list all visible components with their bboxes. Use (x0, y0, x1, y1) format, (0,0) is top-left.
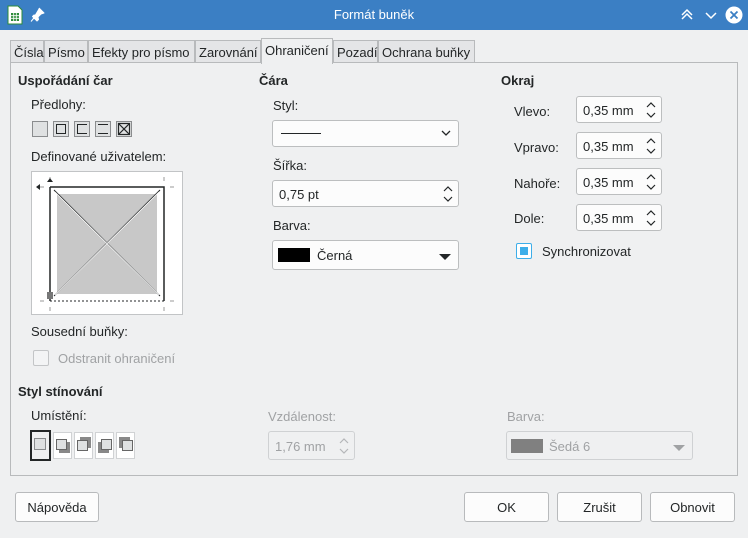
preset-outer-vertical-icon[interactable] (74, 121, 90, 137)
padding-top-spinbox[interactable]: 0,35 mm (576, 168, 662, 195)
width-label: Šířka: (273, 158, 307, 173)
tab-cell-protection[interactable]: Ochrana buňky (378, 40, 475, 63)
shadow-top-right-icon[interactable] (74, 432, 93, 459)
padding-left-spinbox[interactable]: 0,35 mm (576, 96, 662, 123)
chevron-down-icon (440, 127, 452, 142)
remove-border-label: Odstranit ohraničení (58, 351, 176, 366)
presets-label: Předlohy: (31, 97, 86, 112)
spin-arrows-icon[interactable] (338, 436, 350, 459)
close-icon[interactable] (724, 5, 744, 25)
padding-header: Okraj (501, 73, 535, 88)
shadow-distance-label: Vzdálenost: (268, 409, 336, 424)
format-cells-dialog: Formát buněk Čísla Písmo Efekty pro písm… (0, 0, 748, 538)
padding-left-label: Vlevo: (514, 104, 551, 119)
ok-button[interactable]: OK (464, 492, 549, 522)
shadow-color-swatch (511, 439, 543, 453)
padding-right-value: 0,35 mm (583, 139, 634, 154)
shadow-none-icon[interactable] (30, 430, 51, 461)
checkbox-checked-indicator (520, 247, 528, 255)
preset-no-borders-icon[interactable] (32, 121, 48, 137)
line-color-label: Barva: (273, 218, 311, 233)
cancel-button[interactable]: Zrušit (557, 492, 642, 522)
shadow-color-label: Barva: (507, 409, 545, 424)
spin-arrows-icon[interactable] (645, 172, 657, 195)
preset-diagonal-icon[interactable] (116, 121, 132, 137)
shadow-bottom-left-icon[interactable] (95, 432, 114, 459)
reset-button[interactable]: Obnovit (650, 492, 735, 522)
padding-top-label: Nahoře: (514, 176, 561, 191)
line-color-dropdown[interactable]: Černá (272, 240, 459, 270)
title-bar[interactable]: Formát buněk (0, 0, 748, 30)
padding-bottom-spinbox[interactable]: 0,35 mm (576, 204, 662, 231)
line-style-dropdown[interactable] (272, 120, 459, 147)
spin-arrows-icon[interactable] (645, 136, 657, 159)
triangle-down-icon (672, 441, 686, 456)
padding-right-label: Vpravo: (514, 140, 559, 155)
shadow-bottom-right-icon[interactable] (53, 432, 72, 459)
tab-background[interactable]: Pozadí (333, 40, 378, 63)
shadow-top-left-icon[interactable] (116, 432, 135, 459)
padding-top-value: 0,35 mm (583, 175, 634, 190)
minimize-icon[interactable] (701, 5, 721, 25)
user-defined-label: Definované uživatelem: (31, 149, 167, 164)
line-width-value: 0,75 pt (279, 187, 319, 202)
preset-outer-horizontal-icon[interactable] (95, 121, 111, 137)
help-button[interactable]: Nápověda (15, 492, 99, 522)
adjacent-cells-label: Sousední buňky: (31, 324, 128, 339)
shadow-distance-value: 1,76 mm (275, 439, 326, 454)
padding-bottom-label: Dole: (514, 211, 545, 226)
shadow-position-label: Umístění: (31, 408, 87, 423)
padding-bottom-value: 0,35 mm (583, 211, 634, 226)
shadow-style-header: Styl stínování (18, 384, 103, 399)
line-color-swatch (278, 248, 310, 262)
preset-outer-border-icon[interactable] (53, 121, 69, 137)
tab-font-effects[interactable]: Efekty pro písmo (88, 40, 195, 63)
line-width-spinbox[interactable]: 0,75 pt (272, 180, 459, 207)
border-preview[interactable] (31, 171, 183, 315)
spin-arrows-icon[interactable] (645, 208, 657, 231)
line-style-sample (281, 133, 321, 134)
padding-right-spinbox[interactable]: 0,35 mm (576, 132, 662, 159)
synchronize-label: Synchronizovat (542, 244, 631, 259)
synchronize-checkbox[interactable] (516, 243, 532, 259)
line-arrangement-header: Uspořádání čar (18, 73, 113, 88)
shadow-color-dropdown[interactable]: Šedá 6 (506, 431, 693, 460)
tab-borders[interactable]: Ohraničení (261, 38, 333, 64)
shadow-color-value: Šedá 6 (549, 439, 591, 454)
line-header: Čára (259, 73, 288, 88)
line-color-value: Černá (317, 248, 353, 263)
tab-alignment[interactable]: Zarovnání (195, 40, 261, 63)
triangle-down-icon (438, 250, 452, 265)
padding-left-value: 0,35 mm (583, 103, 634, 118)
keep-above-icon[interactable] (677, 5, 697, 25)
tab-font[interactable]: Písmo (44, 40, 88, 63)
window-title: Formát buněk (333, 7, 415, 22)
style-label: Styl: (273, 98, 299, 113)
shadow-distance-spinbox[interactable]: 1,76 mm (268, 431, 355, 460)
spin-arrows-icon[interactable] (442, 184, 454, 207)
spin-arrows-icon[interactable] (645, 100, 657, 123)
tab-numbers[interactable]: Čísla (10, 40, 44, 63)
remove-border-checkbox[interactable] (33, 350, 49, 366)
